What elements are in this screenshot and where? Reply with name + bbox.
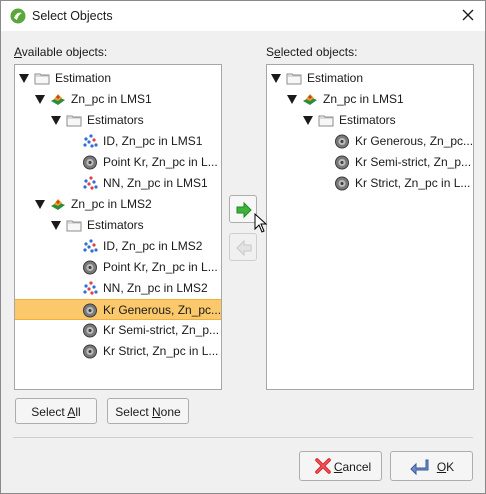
kriging-icon xyxy=(334,155,350,170)
tree-row-label: Estimators xyxy=(87,218,144,232)
add-to-selected-button[interactable] xyxy=(229,195,257,223)
tree-row[interactable]: Point Kr, Zn_pc in L... xyxy=(15,257,221,278)
tree-row[interactable]: Kr Strict, Zn_pc in L... xyxy=(15,341,221,362)
tree-row-label: Kr Semi-strict, Zn_p... xyxy=(355,155,472,169)
tree-row[interactable]: Estimators xyxy=(267,110,473,131)
arrow-left-icon xyxy=(236,239,252,257)
tree-row-label: Estimators xyxy=(87,113,144,127)
tree-row[interactable]: Kr Semi-strict, Zn_p... xyxy=(267,152,473,173)
select-all-button[interactable]: Select All xyxy=(15,398,97,424)
ok-button[interactable]: OK xyxy=(390,451,473,481)
tree-row-label: ID, Zn_pc in LMS1 xyxy=(103,134,203,148)
tree-row-label: Point Kr, Zn_pc in L... xyxy=(103,155,218,169)
folder-icon xyxy=(286,71,302,86)
inverse-distance-icon xyxy=(82,239,98,254)
cancel-button[interactable]: Cancel xyxy=(299,451,382,481)
kriging-icon xyxy=(82,155,98,170)
tree-row-label: Kr Generous, Zn_pc... xyxy=(103,303,222,317)
inverse-distance-icon xyxy=(82,134,98,149)
nearest-neighbour-icon xyxy=(82,176,98,191)
selected-objects-tree[interactable]: Estimation Zn_pc in LMS1 Estimators Kr Gene… xyxy=(266,64,474,390)
tree-row[interactable]: Zn_pc in LMS1 xyxy=(15,89,221,110)
kriging-icon xyxy=(82,323,98,338)
window-title: Select Objects xyxy=(32,9,113,23)
tree-row[interactable]: Kr Semi-strict, Zn_p... xyxy=(15,320,221,341)
available-objects-label: Available objects: xyxy=(14,45,108,59)
expand-toggle-icon[interactable] xyxy=(51,116,61,125)
leapfrog-app-icon xyxy=(10,8,26,24)
tree-row[interactable]: NN, Zn_pc in LMS1 xyxy=(15,173,221,194)
nearest-neighbour-icon xyxy=(82,281,98,296)
kriging-icon xyxy=(82,344,98,359)
cancel-label: Cancel xyxy=(333,460,372,474)
tree-row[interactable]: NN, Zn_pc in LMS2 xyxy=(15,278,221,299)
expand-toggle-icon[interactable] xyxy=(287,95,297,104)
tree-row-label: Estimation xyxy=(55,71,112,85)
remove-from-selected-button[interactable] xyxy=(229,233,257,261)
folder-icon xyxy=(34,71,50,86)
select-all-label: Select All xyxy=(31,405,81,419)
domain-surface-icon xyxy=(50,92,66,107)
folder-icon xyxy=(318,113,334,128)
tree-row[interactable]: Zn_pc in LMS1 xyxy=(267,89,473,110)
expand-toggle-icon[interactable] xyxy=(35,200,45,209)
separator xyxy=(13,437,473,438)
selected-objects-label: Selected objects: xyxy=(266,45,358,59)
tree-row-label: Zn_pc in LMS1 xyxy=(71,92,152,106)
tree-row-label: Kr Strict, Zn_pc in L... xyxy=(103,344,219,358)
domain-surface-icon xyxy=(50,197,66,212)
domain-surface-icon xyxy=(302,92,318,107)
expand-toggle-icon[interactable] xyxy=(51,221,61,230)
tree-row[interactable]: Estimators xyxy=(15,110,221,131)
kriging-icon xyxy=(334,134,350,149)
tree-row[interactable]: Estimation xyxy=(267,68,473,89)
expand-toggle-icon[interactable] xyxy=(35,95,45,104)
tree-row[interactable]: Estimation xyxy=(15,68,221,89)
title-bar: Select Objects xyxy=(1,1,485,31)
tree-row[interactable]: ID, Zn_pc in LMS1 xyxy=(15,131,221,152)
expand-toggle-icon[interactable] xyxy=(19,74,29,83)
mouse-cursor-icon xyxy=(254,213,268,233)
tree-row[interactable]: Zn_pc in LMS2 xyxy=(15,194,221,215)
tree-row-label: Estimation xyxy=(307,71,364,85)
close-icon xyxy=(462,9,474,21)
tree-row-label: ID, Zn_pc in LMS2 xyxy=(103,239,203,253)
select-objects-dialog: Select Objects Available objects: Select… xyxy=(0,0,486,494)
select-none-label: Select None xyxy=(115,405,181,419)
tree-row[interactable]: Point Kr, Zn_pc in L... xyxy=(15,152,221,173)
available-objects-tree[interactable]: Estimation Zn_pc in LMS1 Estimators ID, Zn_… xyxy=(14,64,222,390)
tree-row-label: NN, Zn_pc in LMS1 xyxy=(103,176,208,190)
tree-row[interactable]: Kr Generous, Zn_pc... xyxy=(15,299,221,320)
folder-icon xyxy=(66,218,82,233)
close-button[interactable] xyxy=(451,1,485,31)
tree-row-label: Kr Semi-strict, Zn_p... xyxy=(103,323,220,337)
expand-toggle-icon[interactable] xyxy=(303,116,313,125)
tree-row[interactable]: ID, Zn_pc in LMS2 xyxy=(15,236,221,257)
tree-row-label: Zn_pc in LMS1 xyxy=(323,92,404,106)
tree-row-label: Estimators xyxy=(339,113,396,127)
expand-toggle-icon[interactable] xyxy=(271,74,281,83)
tree-row-label: Kr Generous, Zn_pc... xyxy=(355,134,474,148)
kriging-icon xyxy=(334,176,350,191)
ok-label: OK xyxy=(436,460,455,474)
tree-row-label: Kr Strict, Zn_pc in L... xyxy=(355,176,471,190)
kriging-icon xyxy=(82,303,98,318)
folder-icon xyxy=(66,113,82,128)
tree-row-label: Point Kr, Zn_pc in L... xyxy=(103,260,218,274)
tree-row[interactable]: Estimators xyxy=(15,215,221,236)
tree-row[interactable]: Kr Generous, Zn_pc... xyxy=(267,131,473,152)
tree-row[interactable]: Kr Strict, Zn_pc in L... xyxy=(267,173,473,194)
kriging-icon xyxy=(82,260,98,275)
select-none-button[interactable]: Select None xyxy=(107,398,189,424)
tree-row-label: NN, Zn_pc in LMS2 xyxy=(103,281,208,295)
tree-row-label: Zn_pc in LMS2 xyxy=(71,197,152,211)
